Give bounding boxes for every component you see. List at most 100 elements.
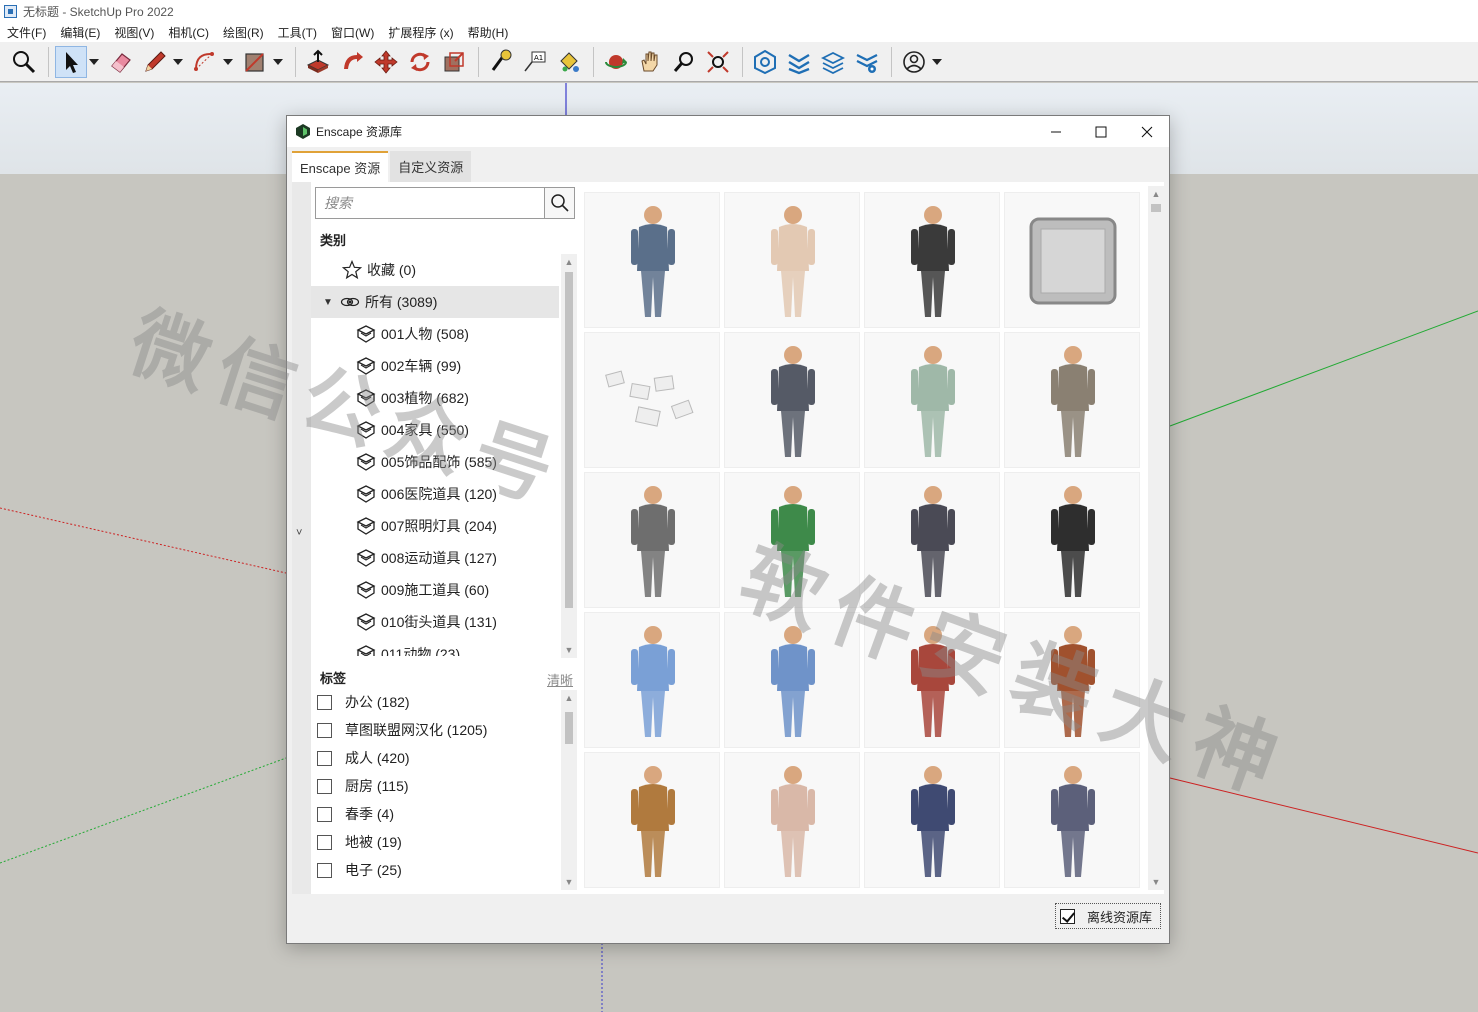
menu-extensions[interactable]: 扩展程序 (x)	[388, 24, 453, 41]
category-favorites[interactable]: 收藏 (0)	[311, 254, 559, 286]
tag-row[interactable]: 草图联盟网汉化 (1205)	[311, 716, 559, 744]
category-scrollbar[interactable]: ▲ ▼	[561, 254, 577, 658]
category-lighting[interactable]: 007照明灯具 (204)	[311, 510, 559, 542]
zoom-window-icon[interactable]	[668, 46, 700, 78]
tag-row[interactable]: 电子 (25)	[311, 856, 559, 884]
zoom-icon[interactable]	[8, 46, 40, 78]
arc-dropdown-icon[interactable]	[223, 46, 233, 78]
dialog-titlebar[interactable]: Enscape 资源库	[287, 116, 1169, 147]
category-construction[interactable]: 009施工道具 (60)	[311, 574, 559, 606]
scroll-thumb[interactable]	[565, 272, 573, 608]
text-icon[interactable]: A1	[519, 46, 551, 78]
tag-checkbox[interactable]	[317, 778, 332, 794]
menu-edit[interactable]: 编辑(E)	[60, 24, 100, 41]
tag-row[interactable]: 春季 (4)	[311, 800, 559, 828]
scroll-up-icon[interactable]: ▲	[561, 690, 577, 706]
move-icon[interactable]	[370, 46, 402, 78]
menu-camera[interactable]: 相机(C)	[168, 24, 209, 41]
search-button[interactable]	[544, 188, 574, 218]
shape-dropdown-icon[interactable]	[273, 46, 283, 78]
menu-window[interactable]: 窗口(W)	[331, 24, 374, 41]
scroll-down-icon[interactable]: ▼	[561, 874, 577, 890]
tag-checkbox[interactable]	[317, 694, 332, 710]
pencil-dropdown-icon[interactable]	[173, 46, 183, 78]
tag-row[interactable]: 厨房 (115)	[311, 772, 559, 800]
tape-measure-icon[interactable]	[485, 46, 517, 78]
asset-tile-woman-red-jacket[interactable]	[864, 612, 1000, 748]
tag-checkbox[interactable]	[317, 750, 332, 766]
paint-bucket-icon[interactable]	[553, 46, 585, 78]
account-dropdown-icon[interactable]	[932, 46, 942, 78]
menu-help[interactable]: 帮助(H)	[468, 24, 509, 41]
asset-tile-woman-with-jacket[interactable]	[864, 472, 1000, 608]
asset-tile-man-on-bicycle[interactable]	[1004, 332, 1140, 468]
scroll-thumb[interactable]	[565, 712, 573, 744]
expand-triangle-icon[interactable]: ▼	[323, 297, 335, 308]
shape-icon[interactable]	[239, 46, 271, 78]
category-plants[interactable]: 003植物 (682)	[311, 382, 559, 414]
asset-tile-man-on-phone[interactable]	[584, 192, 720, 328]
rotate-icon[interactable]	[404, 46, 436, 78]
collapse-panel-button[interactable]: ˅	[292, 182, 311, 894]
scroll-down-icon[interactable]: ▼	[561, 642, 577, 658]
tags-scrollbar[interactable]: ▲ ▼	[561, 690, 577, 890]
minimize-button[interactable]	[1033, 116, 1078, 147]
category-sports[interactable]: 008运动道具 (127)	[311, 542, 559, 574]
pan-icon[interactable]	[634, 46, 666, 78]
select-icon[interactable]	[55, 45, 87, 78]
tab-custom-assets[interactable]: 自定义资源	[390, 151, 472, 182]
asset-tile-man-sitting-suit[interactable]	[724, 332, 860, 468]
maximize-button[interactable]	[1078, 116, 1123, 147]
category-all[interactable]: ▼ 所有 (3089)	[311, 286, 559, 318]
close-button[interactable]	[1124, 116, 1169, 147]
offline-library-checkbox[interactable]: 离线资源库	[1055, 903, 1161, 929]
asset-tile-man-with-suitcase[interactable]	[1004, 752, 1140, 888]
tag-row[interactable]: 地被 (19)	[311, 828, 559, 856]
orbit-icon[interactable]	[600, 46, 632, 78]
asset-grid-scrollbar[interactable]: ▲ ▼	[1148, 186, 1164, 890]
tag-row[interactable]: 办公 (182)	[311, 688, 559, 716]
zoom-extents-icon[interactable]	[702, 46, 734, 78]
asset-tile-woman-reading[interactable]	[584, 752, 720, 888]
asset-tile-man-sitting-casual[interactable]	[864, 332, 1000, 468]
scroll-down-icon[interactable]: ▼	[1148, 874, 1164, 890]
asset-tile-man-gray-suit[interactable]	[584, 472, 720, 608]
clear-tags-link[interactable]: 清晰	[547, 670, 573, 689]
asset-tile-woman-in-suit[interactable]	[724, 192, 860, 328]
settings-icon[interactable]	[851, 46, 883, 78]
category-people[interactable]: 001人物 (508)	[311, 318, 559, 350]
scroll-up-icon[interactable]: ▲	[561, 254, 577, 270]
tag-checkbox[interactable]	[317, 834, 332, 850]
tab-enscape-assets[interactable]: Enscape 资源	[292, 151, 389, 182]
asset-tile-waiter-with-tray[interactable]	[864, 192, 1000, 328]
tag-row[interactable]: 成人 (420)	[311, 744, 559, 772]
tag-checkbox[interactable]	[317, 722, 332, 738]
asset-tile-ceiling-panel[interactable]	[1004, 192, 1140, 328]
select-dropdown-icon[interactable]	[89, 46, 99, 78]
asset-tile-doctor-blue[interactable]	[584, 612, 720, 748]
asset-tile-woman-green-dress[interactable]	[724, 472, 860, 608]
category-animals[interactable]: 011动物 (23)	[311, 638, 559, 656]
tag-checkbox[interactable]	[317, 806, 332, 822]
push-pull-icon[interactable]	[302, 46, 334, 78]
warehouse-icon[interactable]	[749, 46, 781, 78]
follow-me-icon[interactable]	[336, 46, 368, 78]
tag-checkbox[interactable]	[317, 862, 332, 878]
scroll-thumb[interactable]	[1151, 204, 1161, 212]
category-street[interactable]: 010街头道具 (131)	[311, 606, 559, 638]
search-input[interactable]	[316, 188, 544, 218]
eraser-icon[interactable]	[105, 46, 137, 78]
menu-tools[interactable]: 工具(T)	[278, 24, 317, 41]
scroll-up-icon[interactable]: ▲	[1148, 186, 1164, 202]
asset-tile-mother-and-child[interactable]	[724, 752, 860, 888]
asset-tile-man-navy-suit[interactable]	[864, 752, 1000, 888]
components-icon[interactable]	[783, 46, 815, 78]
menu-file[interactable]: 文件(F)	[7, 24, 46, 41]
menu-draw[interactable]: 绘图(R)	[223, 24, 264, 41]
asset-tile-papers[interactable]	[584, 332, 720, 468]
scale-icon[interactable]	[438, 46, 470, 78]
asset-tile-doctor-clipboard[interactable]	[724, 612, 860, 748]
category-furniture[interactable]: 004家具 (550)	[311, 414, 559, 446]
extension-warehouse-icon[interactable]	[817, 46, 849, 78]
category-vehicles[interactable]: 002车辆 (99)	[311, 350, 559, 382]
